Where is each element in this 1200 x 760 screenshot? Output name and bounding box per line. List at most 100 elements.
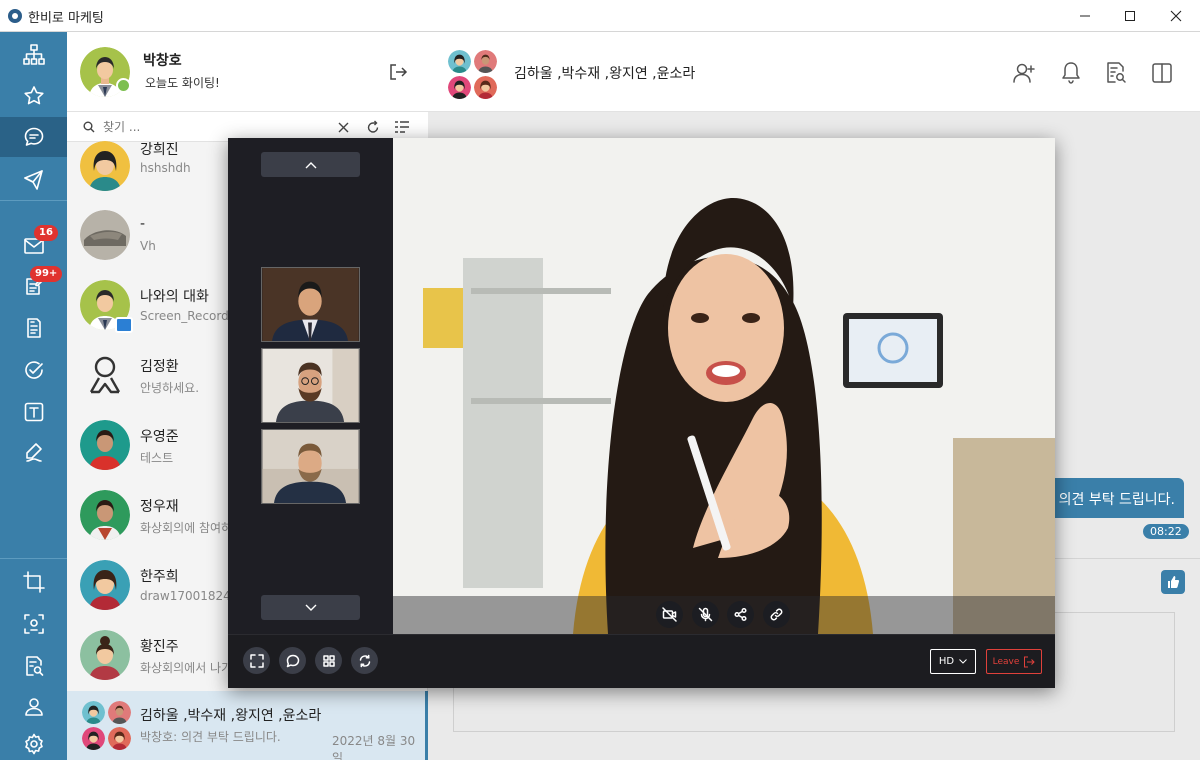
doc-search-icon [1107, 62, 1126, 83]
contact-last-message: 테스트 [140, 451, 174, 465]
list-filter-icon[interactable] [394, 120, 410, 134]
contact-avatar [80, 630, 130, 680]
bell-icon [1062, 62, 1080, 84]
rail-chat[interactable] [0, 117, 67, 157]
profile-name: 박창호 [143, 53, 182, 69]
chat-header: 김하울 ,박수재 ,왕지연 ,윤소라 [428, 32, 1200, 112]
split-view-icon [1152, 63, 1172, 83]
navigation-rail: 16 99+ [0, 32, 67, 760]
text-icon [24, 402, 43, 422]
group-avatar-3 [448, 76, 471, 99]
mic-toggle-button[interactable] [692, 601, 719, 628]
rail-org-chart[interactable] [0, 35, 67, 75]
contact-avatar [80, 490, 130, 540]
participant-strip [228, 138, 393, 634]
group-avatar-4 [108, 727, 131, 750]
chat-icon [24, 127, 43, 146]
maximize-button[interactable] [1107, 0, 1153, 32]
refresh-icon[interactable] [366, 120, 380, 134]
contact-last-message: hshshdh [140, 161, 191, 175]
like-button[interactable] [1161, 570, 1185, 594]
title-bar: 한비로 마케팅 [0, 0, 1200, 32]
switch-camera-button[interactable] [351, 647, 378, 674]
contact-date: 2022년 8월 30일 [332, 734, 416, 760]
notification-button[interactable] [1058, 60, 1084, 86]
exit-icon [1024, 656, 1036, 667]
org-chart-icon [22, 44, 45, 65]
video-controls [393, 596, 1055, 634]
participant-video-2[interactable] [261, 348, 360, 423]
rail-crop[interactable] [0, 562, 67, 602]
camera-off-icon [662, 607, 677, 622]
group-avatar-2 [108, 701, 131, 724]
leave-button[interactable]: Leave [986, 649, 1042, 674]
participant-video-1[interactable] [261, 267, 360, 342]
camera-toggle-button[interactable] [656, 601, 683, 628]
rail-sign[interactable] [0, 432, 67, 472]
default-user-icon [80, 350, 130, 400]
contact-avatar [80, 560, 130, 610]
link-icon [770, 608, 783, 621]
rail-favorites[interactable] [0, 76, 67, 116]
message-bubble[interactable]: 의견 부탁 드립니다. [1048, 478, 1184, 518]
search-input[interactable] [103, 116, 323, 138]
quality-select[interactable]: HD [930, 649, 976, 674]
group-avatar-4 [474, 76, 497, 99]
rail-screen-record[interactable] [0, 604, 67, 644]
group-avatar-1 [82, 701, 105, 724]
users-icon [24, 698, 43, 716]
grid-icon [322, 654, 335, 667]
doc-search-icon [25, 656, 43, 676]
list-item-selected[interactable]: 김하울 ,박수재 ,왕지연 ,윤소라 박창호: 의견 부탁 드립니다. 2022… [67, 691, 428, 760]
rail-send[interactable] [0, 160, 67, 200]
star-icon [23, 86, 44, 105]
board-icon [26, 318, 41, 338]
clear-search-icon[interactable] [338, 122, 349, 133]
scroll-down-button[interactable] [261, 595, 360, 620]
grid-view-button[interactable] [315, 647, 342, 674]
group-avatar-2 [474, 50, 497, 73]
contact-last-message: 박창호: 의견 부탁 드립니다. [140, 730, 281, 744]
link-button[interactable] [763, 601, 790, 628]
rail-users[interactable] [0, 687, 67, 727]
thumbs-up-icon [1168, 576, 1180, 588]
contact-avatar [80, 420, 130, 470]
rail-doc-search[interactable] [0, 646, 67, 686]
participant-video-3[interactable] [261, 429, 360, 504]
group-avatar-3 [82, 727, 105, 750]
minimize-button[interactable] [1062, 0, 1108, 32]
share-button[interactable] [727, 601, 754, 628]
contact-name: 한주희 [140, 569, 179, 585]
contact-name: 강희진 [140, 142, 179, 158]
quality-value: HD [938, 656, 955, 667]
contact-avatar [80, 141, 130, 191]
leave-label: Leave [992, 656, 1020, 667]
chat-toggle-button[interactable] [279, 647, 306, 674]
video-bottom-bar: HD Leave [228, 634, 1055, 688]
minimize-icon [1080, 15, 1090, 17]
split-view-button[interactable] [1149, 60, 1175, 86]
contact-last-message: Vh [140, 239, 156, 253]
scroll-up-button[interactable] [261, 152, 360, 177]
contact-last-message: 화상회의에 참여하 [140, 521, 233, 535]
settings-icon [24, 733, 43, 755]
logout-button[interactable] [388, 62, 408, 86]
rail-settings[interactable] [0, 724, 67, 760]
message-text: 의견 부탁 드립니다. [1058, 492, 1175, 508]
rail-board[interactable] [0, 308, 67, 348]
add-user-button[interactable] [1011, 60, 1037, 86]
close-button[interactable] [1153, 0, 1199, 32]
main-speaker-video[interactable] [393, 138, 1055, 634]
rail-approval[interactable] [0, 350, 67, 390]
window-title: 한비로 마케팅 [28, 11, 104, 26]
contact-name: 김정환 [140, 359, 179, 375]
app-logo-icon [8, 9, 22, 23]
doc-search-button[interactable] [1103, 60, 1129, 86]
contact-last-message: 안녕하세요. [140, 381, 200, 395]
crop-icon [22, 571, 45, 593]
rail-text[interactable] [0, 392, 67, 432]
share-icon [734, 607, 747, 622]
profile-status[interactable]: 오늘도 화이팅! [145, 74, 220, 91]
fullscreen-button[interactable] [243, 647, 270, 674]
approval-icon [24, 361, 43, 379]
